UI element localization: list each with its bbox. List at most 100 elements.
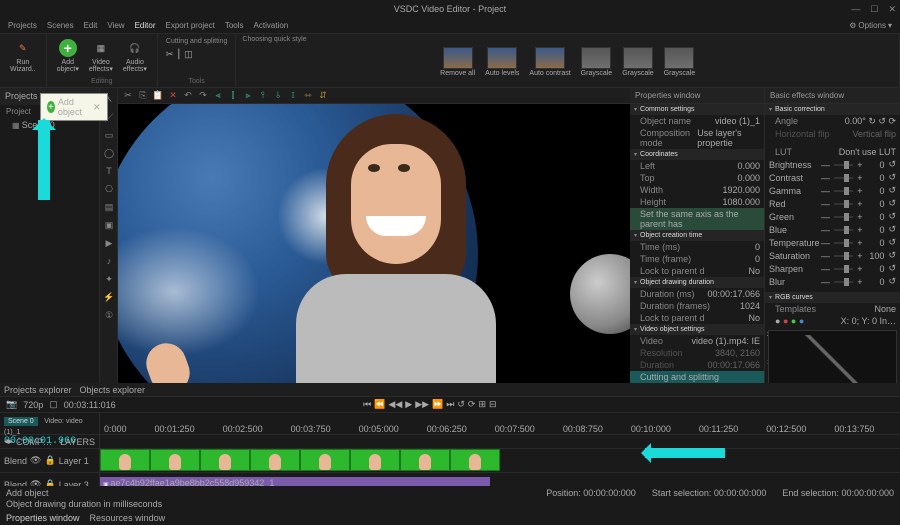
goto-start-icon[interactable]: ⏮ [363, 399, 371, 410]
section-common[interactable]: Common settings [630, 104, 764, 115]
track-layer1[interactable] [100, 449, 900, 472]
video-icon[interactable]: ▶ [102, 236, 116, 250]
tab-projects-explorer[interactable]: Projects explorer [4, 385, 72, 395]
slider[interactable] [834, 242, 853, 244]
preview-canvas[interactable] [118, 104, 630, 383]
zoom-in-icon[interactable]: ⊞ [478, 399, 486, 410]
tooltip-icon[interactable]: ⎔ [102, 182, 116, 196]
slider[interactable] [834, 190, 853, 192]
slider[interactable] [834, 255, 853, 257]
cut-icon[interactable]: ✂ [166, 49, 174, 60]
quick-autocontrast[interactable]: Auto contrast [525, 45, 574, 79]
rect-icon[interactable]: ▭ [102, 128, 116, 142]
zoom-out-icon[interactable]: ⊟ [489, 399, 497, 410]
add-object-button[interactable]: + Add object▾ [53, 36, 83, 75]
quick-grayscale1[interactable]: Grayscale [577, 45, 617, 79]
video-effects-button[interactable]: ▦ Video effects▾ [85, 36, 117, 75]
slider[interactable] [834, 268, 853, 270]
footer-position: Position: 00:00:00:000 [546, 488, 636, 498]
camera-icon[interactable]: 📷 [6, 399, 17, 410]
menu-scenes[interactable]: Scenes [47, 21, 74, 30]
crop-icon[interactable]: ◫ [184, 49, 193, 60]
menu-editor[interactable]: Editor [135, 21, 156, 30]
image-icon[interactable]: ▣ [102, 218, 116, 232]
delete-icon[interactable]: ✕ [167, 90, 179, 102]
tooltip-close-icon[interactable]: ✕ [93, 102, 101, 113]
section-coords[interactable]: Coordinates [630, 149, 764, 160]
section-basic[interactable]: Basic correction [765, 104, 900, 115]
zoom-icon[interactable]: ▢ [49, 399, 58, 410]
slider[interactable] [834, 229, 853, 231]
lock-icon[interactable]: 🔒 [44, 455, 55, 466]
comp-toggle[interactable]: ◂▸ [4, 436, 13, 447]
paste-icon[interactable]: 📋 [152, 90, 164, 102]
maximize-icon[interactable]: ☐ [870, 4, 878, 15]
align-top-icon[interactable]: ⫯ [257, 90, 269, 102]
ellipse-icon[interactable]: ◯ [102, 146, 116, 160]
align-bottom-icon[interactable]: ⫱ [287, 90, 299, 102]
projects-explorer: Projects e…⬔ ✕ Project ▦ Scene 0 + Add o… [0, 88, 100, 383]
slider[interactable] [834, 281, 853, 283]
section-rgb[interactable]: RGB curves [765, 292, 900, 303]
quick-grayscale2[interactable]: Grayscale [618, 45, 658, 79]
counter-icon[interactable]: ① [102, 308, 116, 322]
menubar: Projects Scenes Edit View Editor Export … [0, 18, 900, 34]
text-icon[interactable]: T [102, 164, 116, 178]
scene-button[interactable]: Scene 0 [4, 417, 38, 426]
menu-export[interactable]: Export project [166, 21, 215, 30]
play-icon[interactable]: ▶ [405, 399, 412, 410]
menu-activation[interactable]: Activation [254, 21, 289, 30]
fastfwd-icon[interactable]: ⏩ [432, 399, 443, 410]
menu-tools[interactable]: Tools [225, 21, 244, 30]
align-middle-icon[interactable]: ⫰ [272, 90, 284, 102]
section-videoset[interactable]: Video object settings [630, 324, 764, 335]
animation-icon[interactable]: ⚡ [102, 290, 116, 304]
timeline-ruler[interactable]: 0:00000:01:25000:02:50000:03:75000:05:00… [100, 413, 900, 434]
audio-icon[interactable]: ♪ [102, 254, 116, 268]
section-drawing[interactable]: Object drawing duration [630, 277, 764, 288]
step-back-icon[interactable]: ◀◀ [388, 399, 402, 410]
res-label[interactable]: 720p [23, 400, 43, 410]
dist-v-icon[interactable]: ⇵ [317, 90, 329, 102]
tab-resources[interactable]: Resources window [90, 513, 166, 523]
same-axis-button[interactable]: Set the same axis as the parent has [630, 208, 764, 230]
quick-autolevels[interactable]: Auto levels [481, 45, 523, 79]
step-fwd-icon[interactable]: ▶▶ [415, 399, 429, 410]
menu-projects[interactable]: Projects [8, 21, 37, 30]
repeat-icon[interactable]: ⟳ [468, 399, 476, 410]
slider[interactable] [834, 164, 853, 166]
section-creation[interactable]: Object creation time [630, 230, 764, 241]
copy-icon[interactable]: ⎘ [137, 90, 149, 102]
green-screen-clip[interactable] [100, 449, 900, 472]
loop-icon[interactable]: ↺ [457, 399, 465, 410]
sprite-icon[interactable]: ✦ [102, 272, 116, 286]
align-center-icon[interactable]: ⫿ [227, 90, 239, 102]
cutting-button[interactable]: Cutting and splitting [630, 371, 764, 383]
chart-icon[interactable]: ▤ [102, 200, 116, 214]
rgb-curves-canvas[interactable] [768, 330, 897, 383]
cut-icon[interactable]: ✂ [122, 90, 134, 102]
close-icon[interactable]: ✕ [888, 4, 896, 15]
rewind-icon[interactable]: ⏪ [374, 399, 385, 410]
align-left-icon[interactable]: ⫷ [212, 90, 224, 102]
run-wizard-button[interactable]: ✎ Run Wizard.. [6, 36, 40, 75]
slider[interactable] [834, 216, 853, 218]
align-right-icon[interactable]: ⫸ [242, 90, 254, 102]
undo-icon[interactable]: ↶ [182, 90, 194, 102]
redo-icon[interactable]: ↷ [197, 90, 209, 102]
audio-effects-button[interactable]: 🎧 Audio effects▾ [119, 36, 151, 75]
slider[interactable] [834, 177, 853, 179]
dist-h-icon[interactable]: ⇿ [302, 90, 314, 102]
split-icon[interactable]: ⎮ [176, 49, 181, 60]
goto-end-icon[interactable]: ⏭ [446, 399, 454, 410]
options[interactable]: ⚙ Options ▾ [849, 21, 892, 30]
menu-view[interactable]: View [107, 21, 124, 30]
tab-properties[interactable]: Properties window [6, 513, 80, 523]
tab-objects-explorer[interactable]: Objects explorer [80, 385, 146, 395]
visibility-icon[interactable]: 👁 [30, 455, 41, 466]
menu-edit[interactable]: Edit [84, 21, 98, 30]
slider[interactable] [834, 203, 853, 205]
quick-removeall[interactable]: Remove all [436, 45, 479, 79]
quick-grayscale3[interactable]: Grayscale [660, 45, 700, 79]
minimize-icon[interactable]: — [851, 4, 860, 15]
